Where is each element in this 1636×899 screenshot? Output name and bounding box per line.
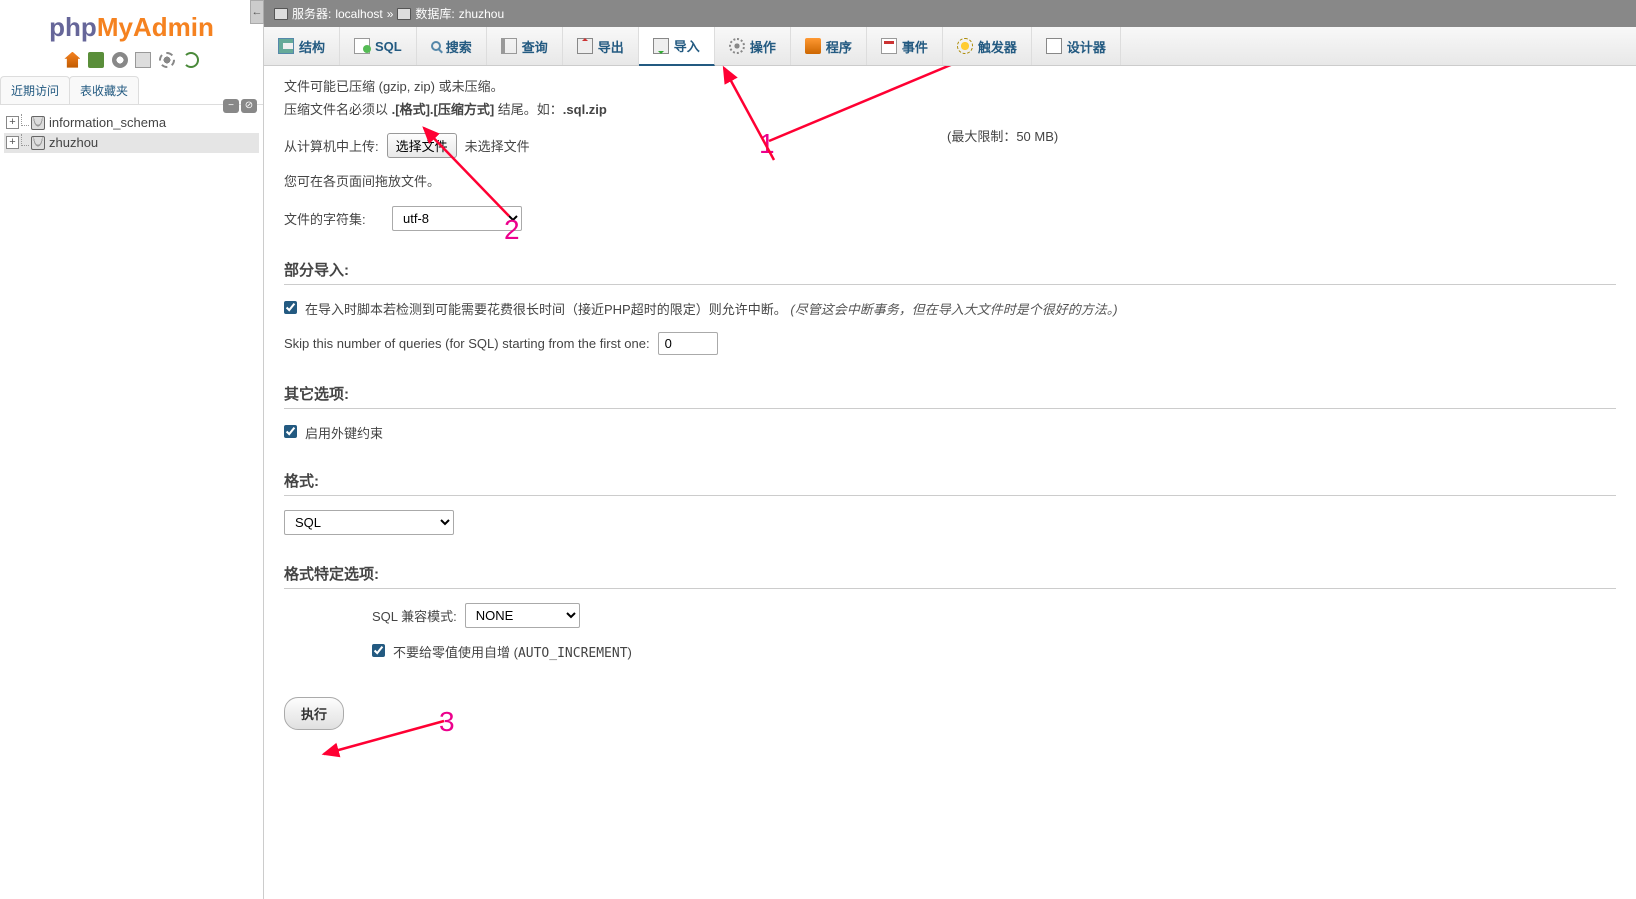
upload-label: 从计算机中上传: [284, 136, 379, 155]
database-icon [31, 136, 45, 150]
tab-operations[interactable]: 操作 [715, 27, 791, 65]
logo[interactable]: phpMyAdmin [0, 0, 263, 47]
reload-icon[interactable] [183, 52, 199, 68]
skip-queries-label: Skip this number of queries (for SQL) st… [284, 336, 650, 351]
no-file-text: 未选择文件 [465, 136, 530, 155]
tab-label: 触发器 [978, 37, 1017, 56]
foreign-key-checkbox[interactable] [284, 425, 297, 438]
home-icon[interactable] [64, 52, 80, 68]
logout-icon[interactable] [88, 52, 104, 68]
tab-label: 程序 [826, 37, 852, 56]
database-icon [31, 116, 45, 130]
compat-mode-select[interactable]: NONE [465, 603, 580, 628]
logo-text: MyAdmin [97, 12, 214, 42]
allow-interrupt-checkbox[interactable] [284, 301, 297, 314]
main-panel: ← 服务器: localhost » 数据库: zhuzhou 结构SQL搜索查… [264, 0, 1636, 899]
choose-file-button[interactable]: 选择文件 [387, 133, 457, 158]
tree-db-label: zhuzhou [49, 135, 98, 150]
format-options-heading: 格式特定选项: [284, 563, 1616, 589]
logo-text: php [49, 12, 97, 42]
structure-icon [278, 38, 294, 54]
query-icon [501, 38, 517, 54]
designer-icon [1046, 38, 1062, 54]
partial-import-heading: 部分导入: [284, 259, 1616, 285]
tab-designer[interactable]: 设计器 [1032, 27, 1121, 65]
nav-toolbar [0, 47, 263, 76]
annotation-3: 3 [439, 706, 455, 738]
breadcrumb-server-link[interactable]: localhost [335, 7, 382, 21]
breadcrumb-sep: » [387, 7, 394, 21]
tree-expand-icon[interactable]: + [6, 116, 19, 129]
tab-query[interactable]: 查询 [487, 27, 563, 65]
compat-mode-label: SQL 兼容模式: [372, 606, 457, 625]
import-form: 文件可能已压缩 (gzip, zip) 或未压缩。 压缩文件名必须以 .[格式]… [264, 66, 1636, 899]
tree-db-label: information_schema [49, 115, 166, 130]
triggers-icon [957, 38, 973, 54]
tree-db-information_schema[interactable]: + information_schema [4, 113, 259, 133]
breadcrumb-server-label: 服务器: [292, 5, 331, 22]
auto-increment-checkbox[interactable] [372, 644, 385, 657]
format-select[interactable]: SQL [284, 510, 454, 535]
search-icon [431, 41, 441, 51]
tree-db-zhuzhou[interactable]: + zhuzhou [4, 133, 259, 153]
unlink-icon[interactable]: ⊘ [241, 99, 257, 113]
execute-button[interactable]: 执行 [284, 697, 344, 730]
format-heading: 格式: [284, 470, 1616, 496]
tab-import[interactable]: 导入 [639, 27, 715, 66]
breadcrumb-db-link[interactable]: zhuzhou [459, 7, 504, 21]
tab-triggers[interactable]: 触发器 [943, 27, 1032, 65]
tab-favorites[interactable]: 表收藏夹 [69, 76, 139, 104]
collapse-all-icon[interactable]: − [223, 99, 239, 113]
procedures-icon [805, 38, 821, 54]
tab-label: 导入 [674, 36, 700, 55]
compress-note: 文件可能已压缩 (gzip, zip) 或未压缩。 [284, 77, 1616, 97]
tab-label: 操作 [750, 37, 776, 56]
foreign-key-label[interactable]: 启用外键约束 [305, 423, 383, 442]
settings-icon[interactable] [159, 52, 175, 68]
tab-search[interactable]: 搜索 [417, 27, 487, 65]
operations-icon [729, 38, 745, 54]
tab-label: 导出 [598, 37, 624, 56]
tab-label: 查询 [522, 37, 548, 56]
navigation-panel: phpMyAdmin 近期访问 表收藏夹 − ⊘ + information_sc… [0, 0, 264, 899]
tab-label: 设计器 [1067, 37, 1106, 56]
tab-label: SQL [375, 39, 402, 54]
events-icon [881, 38, 897, 54]
charset-select[interactable]: utf-8 [392, 206, 522, 231]
allow-interrupt-label[interactable]: 在导入时脚本若检测到可能需要花费很长时间（接近PHP超时的限定）则允许中断。 (… [305, 299, 1118, 318]
other-options-heading: 其它选项: [284, 383, 1616, 409]
tab-structure[interactable]: 结构 [264, 27, 340, 65]
charset-label: 文件的字符集: [284, 209, 384, 228]
tab-label: 搜索 [446, 37, 472, 56]
filename-note: 压缩文件名必须以 .[格式].[压缩方式] 结尾。如：.sql.zip [284, 100, 1616, 120]
docs-icon[interactable] [135, 52, 151, 68]
tab-sql[interactable]: SQL [340, 27, 417, 65]
import-icon [653, 38, 669, 54]
sql-icon [354, 38, 370, 54]
tree-expand-icon[interactable]: + [6, 136, 19, 149]
tab-export[interactable]: 导出 [563, 27, 639, 65]
tab-procedures[interactable]: 程序 [791, 27, 867, 65]
tab-recent[interactable]: 近期访问 [0, 76, 70, 104]
skip-queries-input[interactable] [658, 332, 718, 355]
database-icon [397, 8, 411, 20]
server-icon [274, 8, 288, 20]
tab-label: 结构 [299, 37, 325, 56]
max-limit-text: (最大限制：50 MB) [947, 126, 1058, 145]
breadcrumb-db-label: 数据库: [415, 5, 454, 22]
tab-events[interactable]: 事件 [867, 27, 943, 65]
panel-collapse-handle[interactable]: ← [250, 0, 264, 24]
top-tabs: 结构 SQL 搜索 查询 导出 导入 操作 程序 事件 触发器 设计器 [264, 27, 1636, 66]
drag-drop-note: 您可在各页面间拖放文件。 [284, 172, 1616, 192]
export-icon [577, 38, 593, 54]
breadcrumb: 服务器: localhost » 数据库: zhuzhou [264, 0, 1636, 27]
tab-label: 事件 [902, 37, 928, 56]
theme-icon[interactable] [112, 52, 128, 68]
auto-increment-label[interactable]: 不要给零值使用自增 (AUTO_INCREMENT) [393, 642, 632, 661]
